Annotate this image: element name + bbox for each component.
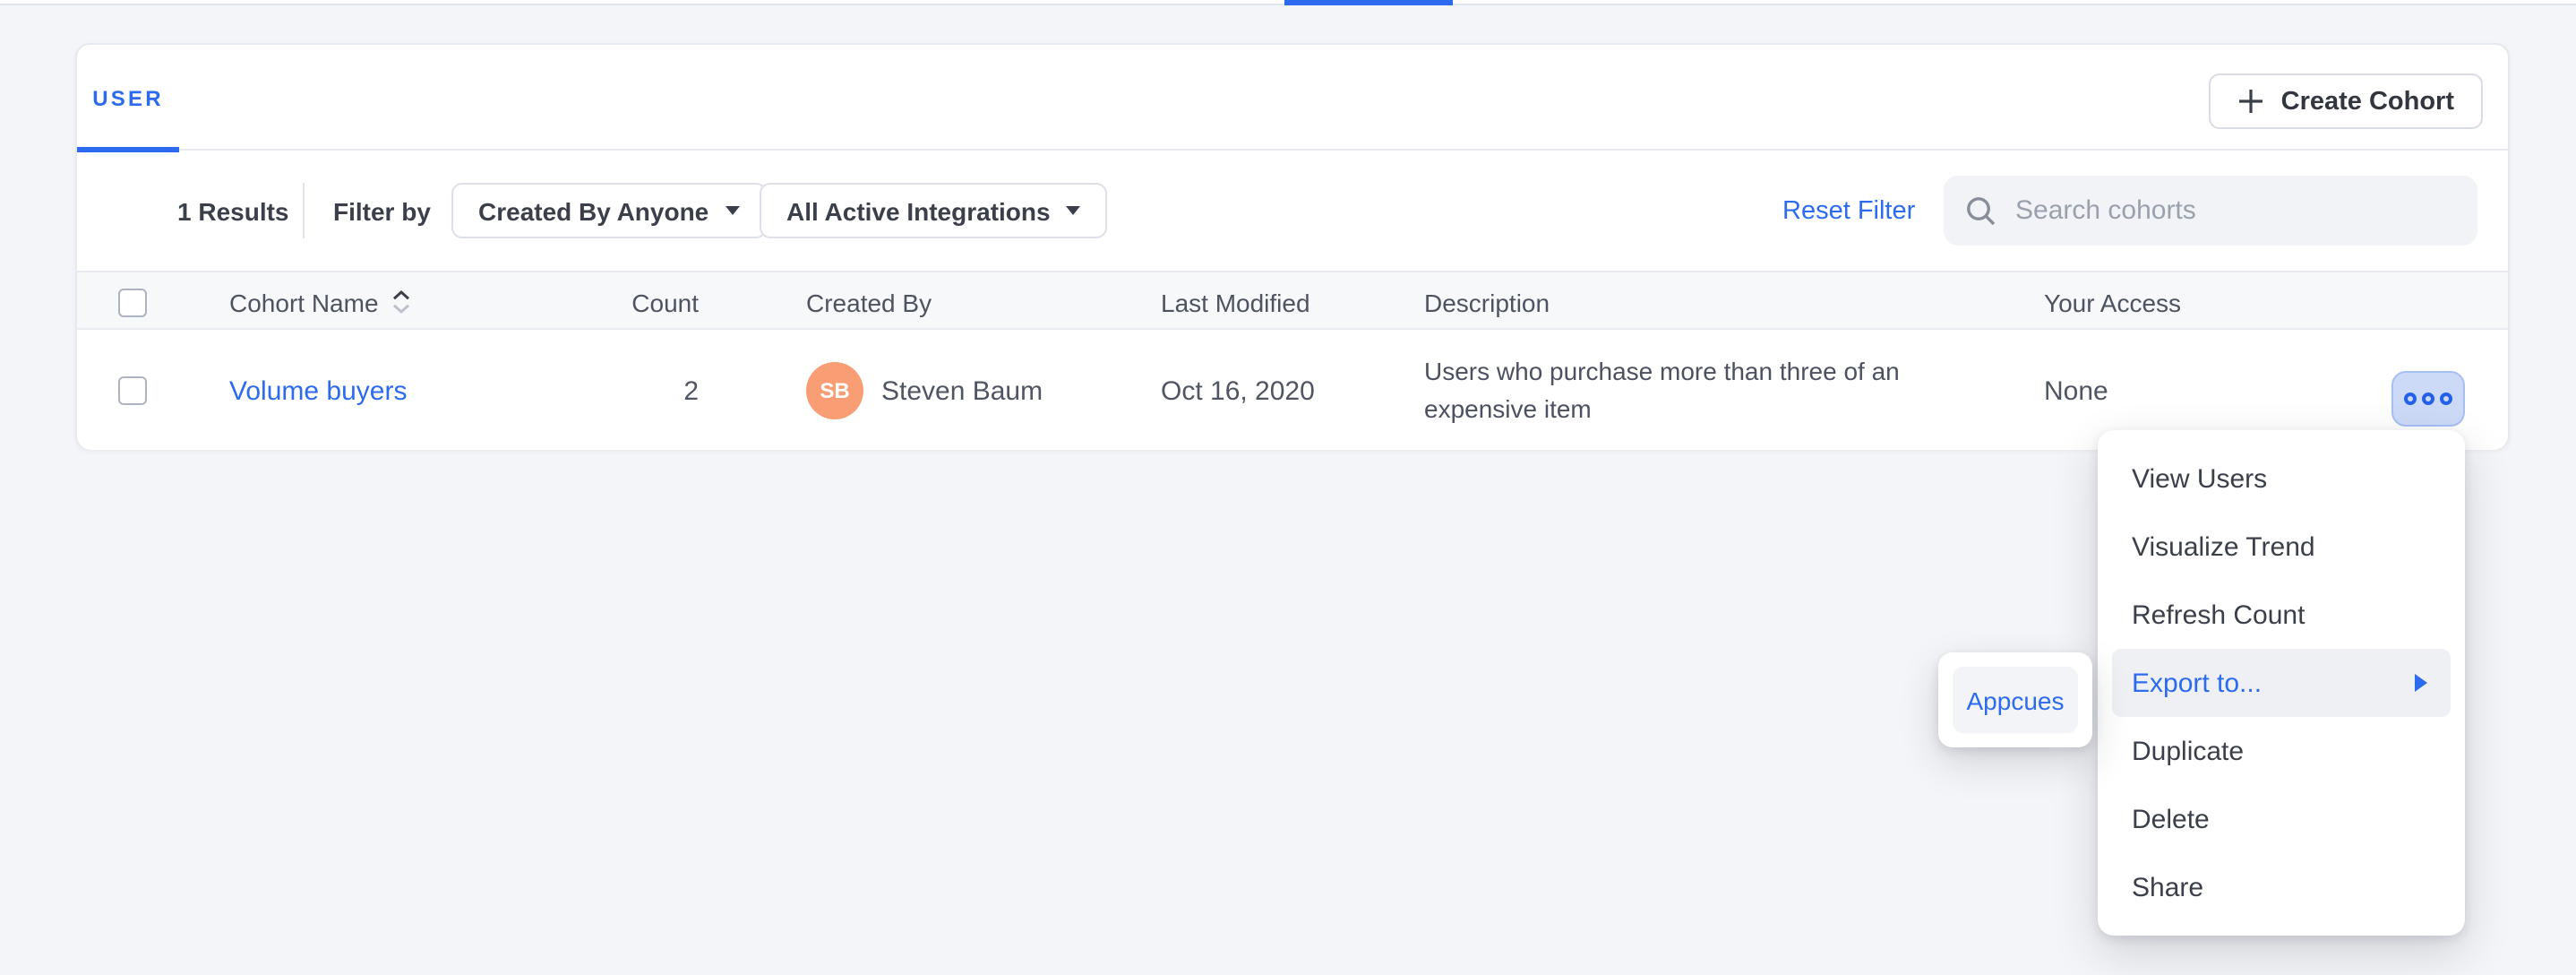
card-tab-bar: USER Create Cohort [77, 45, 2508, 151]
header-description[interactable]: Description [1424, 272, 1550, 332]
cohort-name-cell: Volume buyers [229, 332, 407, 450]
submenu-arrow-icon [2415, 674, 2427, 692]
header-cohort-name-label: Cohort Name [229, 288, 379, 316]
create-cohort-label: Create Cohort [2281, 87, 2454, 116]
menu-item-share[interactable]: Share [2098, 853, 2465, 921]
reset-filter-link[interactable]: Reset Filter [1782, 196, 1915, 225]
header-cohort-name[interactable]: Cohort Name [229, 272, 413, 332]
plus-icon [2238, 88, 2265, 115]
row-checkbox-cell [118, 376, 147, 405]
divider [303, 183, 305, 238]
menu-item-view-users[interactable]: View Users [2098, 444, 2465, 513]
export-submenu: Appcues [1938, 652, 2092, 747]
cohort-name-link[interactable]: Volume buyers [229, 375, 407, 406]
filter-row: 1 Results Filter by Created By Anyone Al… [77, 151, 2508, 271]
select-all-checkbox-cell [118, 272, 147, 332]
row-actions-menu: View Users Visualize Trend Refresh Count… [2098, 430, 2465, 936]
chevron-down-icon [725, 206, 739, 215]
created-by-dropdown-value: Created By Anyone [478, 196, 708, 225]
tab-user-label: USER [92, 85, 164, 110]
description-cell: Users who purchase more than three of an… [1424, 332, 1933, 450]
search-icon [1965, 194, 1997, 227]
search-cohorts-box [1944, 176, 2477, 246]
table-header-row: Cohort Name Count Created By Last Modifi… [77, 271, 2508, 330]
results-count: 1 Results [177, 196, 289, 225]
description-text: Users who purchase more than three of an… [1424, 353, 1933, 428]
header-last-modified[interactable]: Last Modified [1161, 272, 1310, 332]
tab-user[interactable]: USER [77, 45, 179, 151]
count-cell: 2 [552, 332, 699, 450]
dot-icon [2440, 393, 2452, 405]
dot-icon [2404, 393, 2417, 405]
menu-item-export-to-label: Export to... [2132, 668, 2262, 698]
select-all-checkbox[interactable] [118, 288, 147, 316]
sort-icon [391, 289, 413, 315]
creator-name: Steven Baum [881, 375, 1043, 406]
header-created-by[interactable]: Created By [806, 272, 932, 332]
created-by-dropdown[interactable]: Created By Anyone [451, 183, 766, 238]
row-checkbox[interactable] [118, 376, 147, 405]
dot-icon [2422, 393, 2434, 405]
header-your-access[interactable]: Your Access [2044, 272, 2181, 332]
search-cohorts-input[interactable] [2015, 195, 2427, 226]
filter-by-label: Filter by [333, 196, 431, 225]
integrations-dropdown-value: All Active Integrations [786, 196, 1051, 225]
menu-item-refresh-count[interactable]: Refresh Count [2098, 581, 2465, 649]
cohorts-card: USER Create Cohort 1 Results Filter by C… [75, 43, 2510, 450]
your-access-cell: None [2044, 332, 2108, 450]
chevron-down-icon [1067, 206, 1081, 215]
menu-item-visualize-trend[interactable]: Visualize Trend [2098, 513, 2465, 581]
last-modified-cell: Oct 16, 2020 [1161, 332, 1315, 450]
menu-item-export-to[interactable]: Export to... [2112, 649, 2451, 717]
row-actions-button[interactable] [2391, 371, 2465, 427]
menu-item-delete[interactable]: Delete [2098, 785, 2465, 853]
page: USER Create Cohort 1 Results Filter by C… [0, 0, 2576, 975]
header-count[interactable]: Count [552, 272, 699, 332]
active-nav-tab-indicator [1284, 0, 1453, 5]
create-cohort-button[interactable]: Create Cohort [2210, 73, 2483, 129]
integrations-dropdown[interactable]: All Active Integrations [760, 183, 1108, 238]
submenu-item-appcues[interactable]: Appcues [1953, 667, 2078, 733]
avatar: SB [806, 362, 863, 419]
menu-item-duplicate[interactable]: Duplicate [2098, 717, 2465, 785]
created-by-cell: SB Steven Baum [806, 332, 1043, 450]
